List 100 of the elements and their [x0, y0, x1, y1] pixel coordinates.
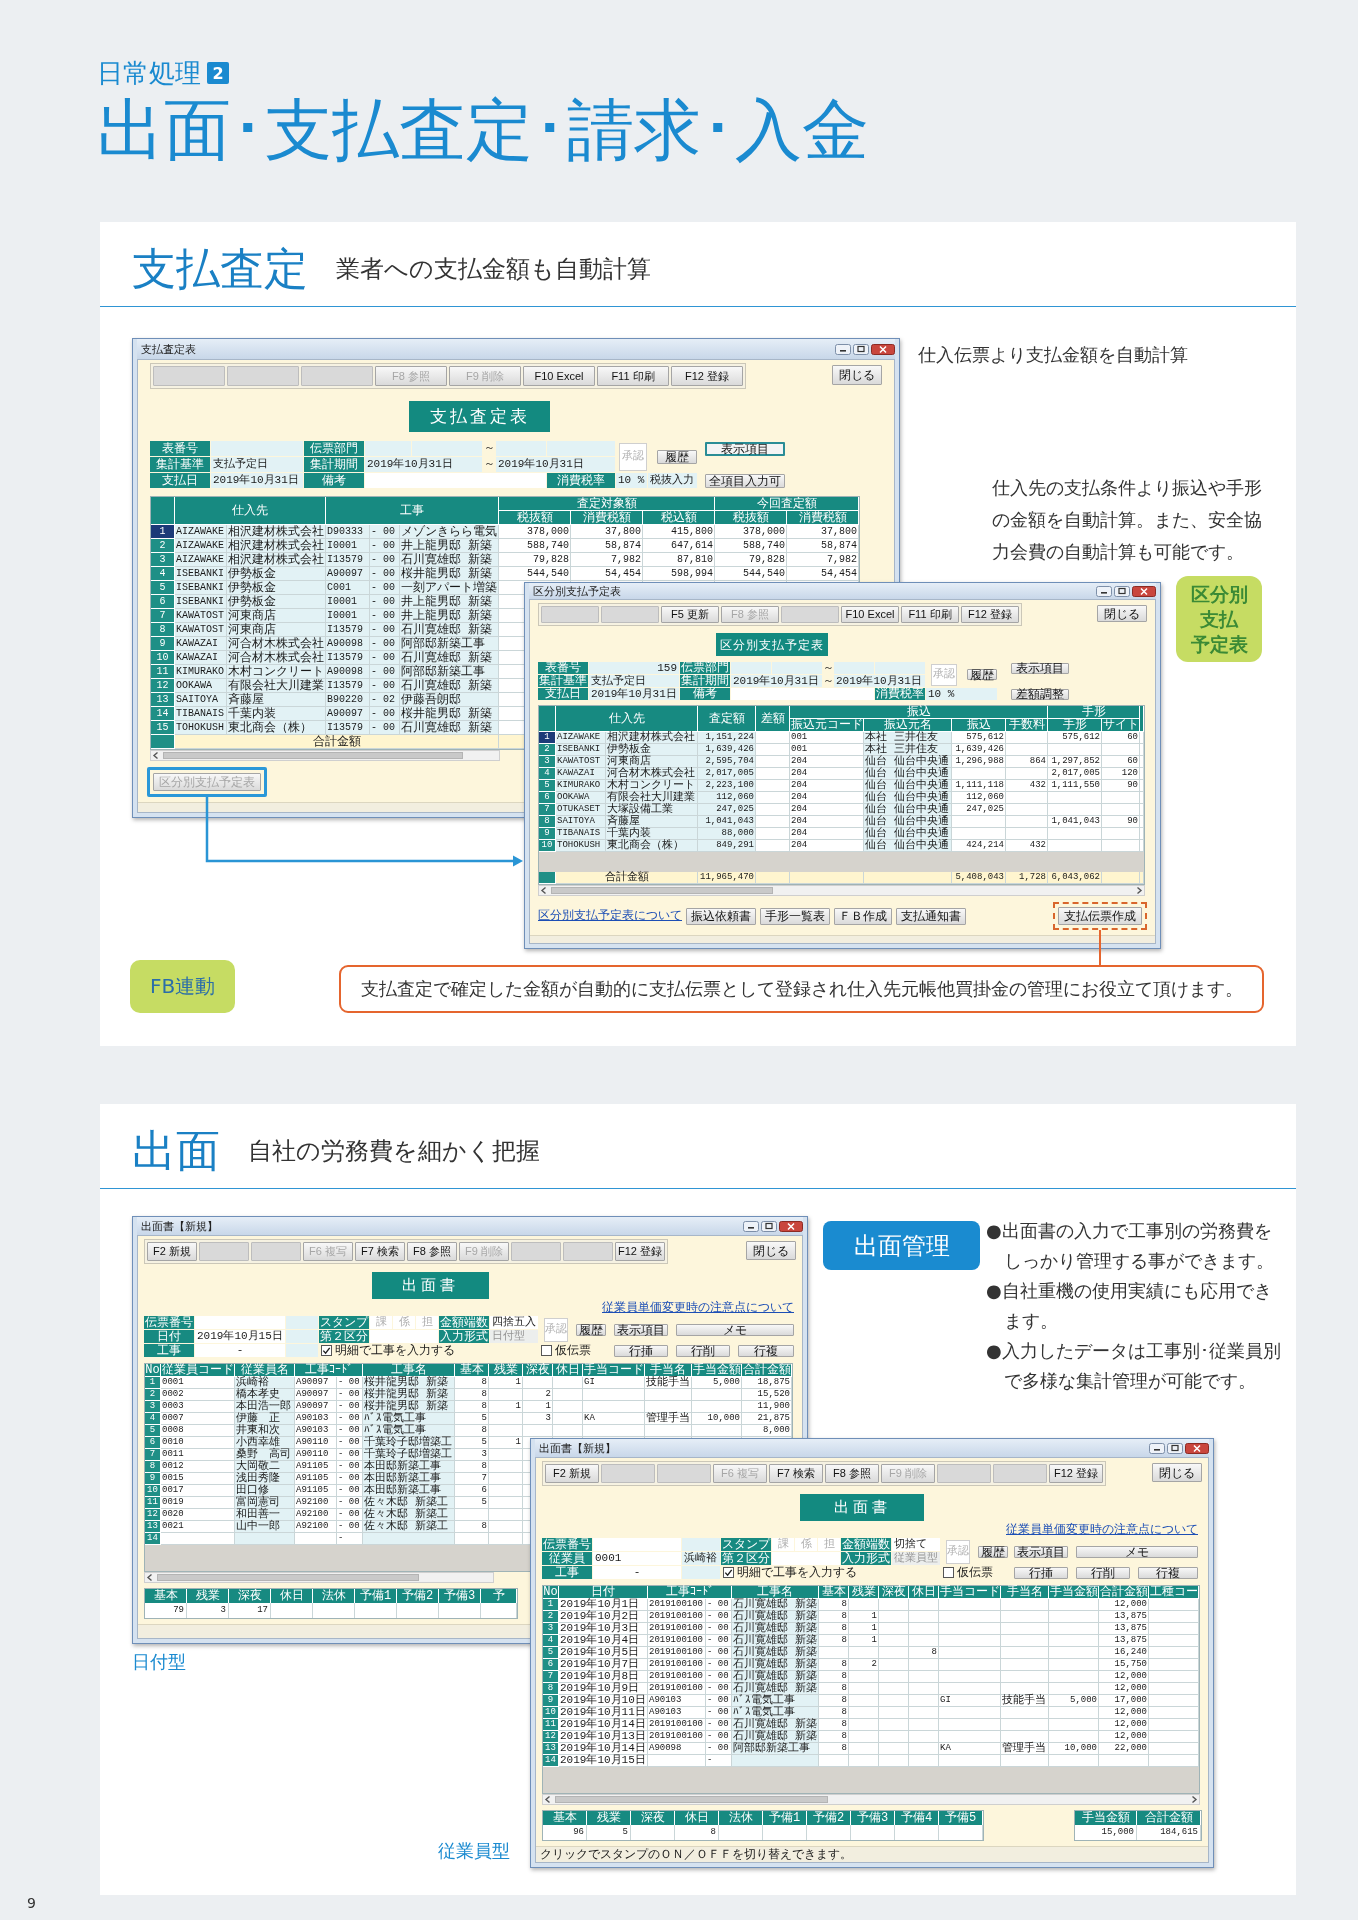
input-field[interactable] — [682, 1538, 720, 1551]
input-field[interactable]: 2019年10月15日 — [195, 1330, 285, 1343]
toolbar-button[interactable] — [993, 1464, 1047, 1483]
form-button[interactable]: 行複 — [738, 1344, 794, 1357]
input-field[interactable]: 2019年10月31日 — [496, 457, 615, 472]
close-button[interactable]: 閉じる — [832, 365, 882, 385]
input-field[interactable] — [286, 1316, 318, 1329]
input-field[interactable]: 支払予定日 — [211, 457, 303, 472]
input-field[interactable] — [772, 662, 822, 674]
form-button[interactable]: 履歴 — [657, 449, 697, 464]
scroll-thumb[interactable] — [555, 1796, 828, 1803]
form-button[interactable]: 行挿 — [1014, 1566, 1068, 1579]
input-field[interactable] — [731, 688, 874, 700]
input-field[interactable] — [682, 1566, 720, 1579]
input-field[interactable] — [286, 1330, 318, 1343]
function-key-button[interactable]: F12 登録 — [1049, 1464, 1103, 1483]
action-button[interactable]: ＦＢ作成 — [834, 907, 892, 925]
minimize-icon[interactable] — [835, 343, 851, 355]
function-key-button[interactable]: F5 更新 — [661, 606, 719, 623]
input-field[interactable] — [365, 441, 411, 456]
input-field[interactable] — [772, 1552, 840, 1565]
form-button[interactable]: 表示項目 — [705, 441, 785, 456]
checkbox[interactable] — [723, 1567, 734, 1578]
form-button[interactable]: 行挿 — [614, 1344, 668, 1357]
minimize-icon[interactable] — [1096, 585, 1112, 597]
toolbar-button[interactable] — [657, 1464, 711, 1483]
toolbar-button[interactable] — [563, 1242, 613, 1261]
form-button[interactable]: 履歴 — [576, 1323, 606, 1336]
close-icon[interactable] — [1132, 585, 1156, 597]
function-key-button[interactable]: F8 参照 — [407, 1242, 457, 1261]
scroll-right-icon[interactable] — [1190, 1795, 1198, 1804]
maximize-icon[interactable] — [853, 343, 869, 355]
action-button[interactable]: 支払通知書 — [896, 907, 966, 925]
input-field[interactable] — [593, 1538, 681, 1551]
checkbox[interactable] — [541, 1345, 552, 1356]
maximize-icon[interactable] — [1114, 585, 1130, 597]
input-field[interactable]: 2019年10月31日 — [731, 675, 822, 687]
function-key-button[interactable]: F7 検索 — [355, 1242, 405, 1261]
minimize-icon[interactable] — [743, 1220, 759, 1232]
form-button[interactable]: 履歴 — [978, 1545, 1008, 1558]
input-field[interactable] — [875, 662, 925, 674]
input-field[interactable] — [496, 441, 546, 456]
checkbox[interactable] — [321, 1345, 332, 1356]
form-button[interactable]: 行削 — [676, 1344, 730, 1357]
toolbar-button[interactable] — [251, 1242, 301, 1261]
function-key-button[interactable]: F12 登録 — [961, 606, 1019, 623]
input-field[interactable]: 税抜入力 — [648, 473, 697, 488]
toolbar-button[interactable] — [937, 1464, 991, 1483]
scroll-thumb[interactable] — [163, 752, 463, 759]
form-button[interactable]: メモ — [676, 1323, 794, 1336]
help-link[interactable]: 従業員単価変更時の注意点について — [602, 1302, 794, 1314]
input-field[interactable] — [412, 441, 482, 456]
close-icon[interactable] — [779, 1220, 803, 1232]
input-field[interactable]: 2019年10月31日 — [589, 688, 679, 700]
scroll-right-icon[interactable] — [1135, 886, 1143, 895]
function-key-button[interactable]: F10 Excel — [523, 366, 595, 386]
toolbar-button[interactable] — [601, 606, 659, 623]
function-key-button[interactable]: F7 検索 — [769, 1464, 823, 1483]
action-button[interactable]: 手形一覧表 — [760, 907, 830, 925]
input-field[interactable] — [365, 473, 546, 488]
toolbar-button[interactable] — [227, 366, 299, 386]
input-field[interactable]: 切捨て — [892, 1538, 940, 1551]
input-field[interactable]: 2019年10月31日 — [211, 473, 303, 488]
function-key-button[interactable]: F8 参照 — [825, 1464, 879, 1483]
form-button[interactable]: 行削 — [1076, 1566, 1130, 1579]
checkbox[interactable] — [943, 1567, 954, 1578]
form-button[interactable]: 表示項目 — [1011, 662, 1069, 674]
form-button[interactable]: 表示項目 — [1014, 1545, 1068, 1558]
close-button[interactable]: 閉じる — [1152, 1463, 1202, 1482]
input-field[interactable]: 159 — [589, 662, 679, 674]
input-field[interactable]: 浜崎裕 — [682, 1552, 720, 1565]
toolbar-button[interactable] — [199, 1242, 249, 1261]
form-button[interactable]: 全項目入力可 — [705, 473, 785, 488]
scroll-left-icon[interactable] — [146, 1573, 154, 1582]
form-button[interactable]: 表示項目 — [614, 1323, 668, 1336]
form-button[interactable]: 履歴 — [967, 669, 997, 680]
toolbar-button[interactable] — [301, 366, 373, 386]
input-field[interactable]: 10 % — [926, 688, 997, 700]
scroll-left-icon[interactable] — [152, 751, 160, 760]
input-field[interactable] — [834, 662, 874, 674]
function-key-button[interactable]: F12 登録 — [671, 366, 743, 386]
input-field[interactable]: - — [195, 1344, 285, 1357]
maximize-icon[interactable] — [761, 1220, 777, 1232]
minimize-icon[interactable] — [1149, 1442, 1165, 1454]
input-field[interactable]: 2019年10月31日 — [365, 457, 482, 472]
scroll-left-icon[interactable] — [540, 886, 548, 895]
action-button[interactable]: 振込依頼書 — [686, 907, 756, 925]
maximize-icon[interactable] — [1167, 1442, 1183, 1454]
close-icon[interactable] — [871, 343, 895, 355]
function-key-button[interactable]: F11 印刷 — [597, 366, 669, 386]
function-key-button[interactable]: F2 新規 — [545, 1464, 599, 1483]
scroll-left-icon[interactable] — [544, 1795, 552, 1804]
help-link[interactable]: 従業員単価変更時の注意点について — [1006, 1524, 1198, 1536]
form-button[interactable]: メモ — [1076, 1545, 1198, 1558]
input-field[interactable]: 0001 — [593, 1552, 681, 1565]
scroll-thumb[interactable] — [551, 887, 773, 894]
input-field[interactable]: - — [593, 1566, 681, 1579]
input-field[interactable] — [286, 1344, 318, 1357]
input-field[interactable]: 10 % — [616, 473, 647, 488]
input-field[interactable] — [211, 441, 303, 456]
